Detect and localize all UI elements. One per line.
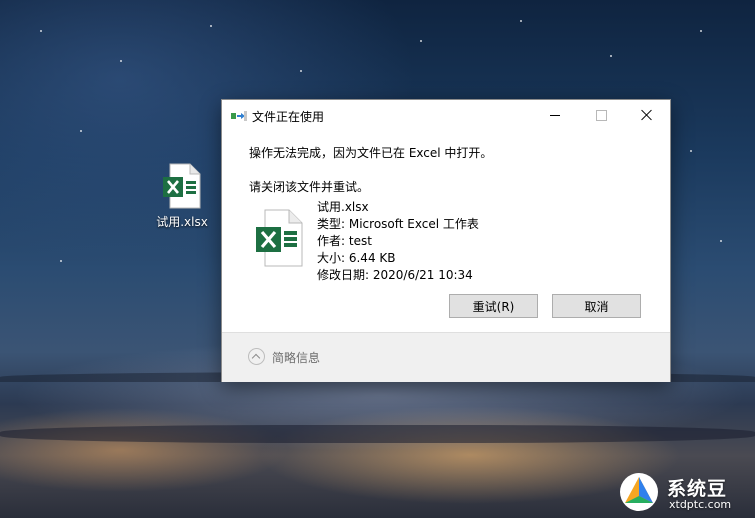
chevron-up-icon[interactable] xyxy=(248,348,265,365)
file-in-use-dialog: 文件正在使用 操作无法完成，因为文件已在 Excel 中打开。 请关闭该文件并重… xyxy=(221,99,671,382)
watermark-title: 系统豆 xyxy=(667,478,728,500)
dialog-footer: 简略信息 xyxy=(222,332,670,382)
maximize-button[interactable] xyxy=(578,100,624,130)
excel-file-icon xyxy=(255,209,303,267)
minimize-icon xyxy=(550,114,560,116)
retry-button[interactable]: 重试(R) xyxy=(449,294,538,318)
file-details: 试用.xlsx 类型: Microsoft Excel 工作表 作者: test… xyxy=(317,199,479,284)
desktop-file-item[interactable]: 试用.xlsx xyxy=(150,163,214,230)
file-transfer-icon xyxy=(231,109,247,123)
fewer-details-toggle[interactable]: 简略信息 xyxy=(272,349,320,366)
file-modified: 修改日期: 2020/6/21 10:34 xyxy=(317,268,473,282)
watermark-logo-icon xyxy=(619,472,659,512)
desktop-file-label: 试用.xlsx xyxy=(156,215,208,229)
file-type: 类型: Microsoft Excel 工作表 xyxy=(317,217,479,231)
file-size: 大小: 6.44 KB xyxy=(317,251,396,265)
close-button[interactable] xyxy=(624,100,670,130)
instruction-text: 请关闭该文件并重试。 xyxy=(249,180,370,194)
watermark: 系统豆 xtdptc.com xyxy=(615,470,755,514)
dialog-title: 文件正在使用 xyxy=(252,110,325,124)
excel-file-icon xyxy=(162,163,202,209)
watermark-url: xtdptc.com xyxy=(669,498,732,511)
cancel-button[interactable]: 取消 xyxy=(552,294,641,318)
file-name: 试用.xlsx xyxy=(317,200,369,214)
maximize-icon xyxy=(595,109,607,121)
file-author: 作者: test xyxy=(317,234,372,248)
valley-fog xyxy=(0,425,755,443)
error-message: 操作无法完成，因为文件已在 Excel 中打开。 xyxy=(249,146,493,160)
minimize-button[interactable] xyxy=(532,100,578,130)
dialog-titlebar[interactable]: 文件正在使用 xyxy=(222,100,670,131)
close-icon xyxy=(641,109,653,121)
